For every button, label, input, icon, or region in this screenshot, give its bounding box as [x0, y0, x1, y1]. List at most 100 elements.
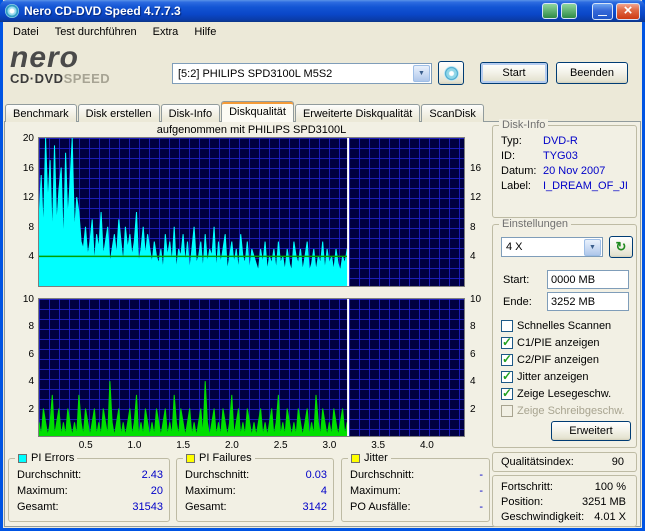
- menu-item-hilfe[interactable]: Hilfe: [186, 24, 224, 40]
- axis-tick-label: 8: [28, 321, 34, 333]
- stat-label: Maximum:: [185, 485, 236, 497]
- jitter-legend-swatch: [351, 453, 360, 463]
- disk-date-value: 20 Nov 2007: [543, 165, 606, 177]
- tab-scandisk[interactable]: ScanDisk: [421, 104, 484, 122]
- tab-strip: Benchmark Disk erstellen Disk-Info Diskq…: [5, 101, 485, 122]
- refresh-button[interactable]: ↻: [609, 236, 633, 258]
- quit-button[interactable]: Beenden: [556, 62, 628, 84]
- jitter-stats-group: Jitter Durchschnitt: - Maximum: - PO Ausfä…: [341, 452, 490, 522]
- checkbox-zeige-schreibgeschw: Zeige Schreibgeschw.: [501, 402, 633, 419]
- chevron-down-icon[interactable]: [584, 238, 601, 256]
- checkbox-c1-pie-anzeigen[interactable]: C1/PIE anzeigen: [501, 334, 633, 351]
- speed-value: 4.01 X: [594, 511, 626, 523]
- disk-info-group: Disk-Info Typ: DVD-R ID: TYG03 Datum: 20 No…: [492, 119, 637, 218]
- disk-label-value: I_DREAM_OF_JI: [543, 180, 628, 192]
- axis-tick-label: 1.5: [176, 440, 191, 451]
- axis-tick-label: 0.5: [78, 440, 93, 451]
- axis-tick-label: 3.0: [322, 440, 337, 451]
- pi-errors-series: [39, 138, 350, 286]
- pi-failures-left-axis: 10 8 6 4 2: [10, 294, 36, 436]
- stat-label: Gesamt:: [17, 501, 59, 513]
- checkbox-box: [501, 335, 513, 349]
- checkbox-box: [501, 369, 513, 383]
- stat-value: -: [479, 501, 483, 513]
- axis-tick-label: 4: [470, 251, 476, 263]
- axis-tick-label: 2: [470, 403, 476, 415]
- disc-refresh-button[interactable]: [438, 61, 464, 85]
- close-button[interactable]: [616, 2, 640, 20]
- titlebar-extra-button-2[interactable]: [561, 3, 577, 19]
- window-title: Nero CD-DVD Speed 4.7.7.3: [24, 4, 181, 18]
- axis-tick-label: 16: [22, 162, 34, 174]
- position-value: 3251 MB: [581, 496, 626, 508]
- pi-failures-chart: [38, 298, 465, 437]
- settings-group: Einstellungen 4 X ↻ Start: Ende: Schnell…: [492, 218, 637, 448]
- stat-value: -: [479, 485, 483, 497]
- tab-disk-erstellen[interactable]: Disk erstellen: [77, 104, 160, 122]
- axis-tick-label: 20: [22, 133, 34, 144]
- tab-erweiterte-diskqualitaet[interactable]: Erweiterte Diskqualität: [294, 104, 421, 122]
- disk-info-label: Label:: [501, 180, 531, 192]
- axis-tick-label: 8: [470, 321, 476, 333]
- tab-diskqualitaet[interactable]: Diskqualität: [221, 101, 294, 122]
- drive-select-combobox[interactable]: [5:2] PHILIPS SPD3100L M5S2: [172, 63, 432, 84]
- end-position-field[interactable]: [547, 292, 629, 311]
- checkbox-schnelles-scannen[interactable]: Schnelles Scannen: [501, 317, 633, 334]
- checkbox-box: [501, 386, 513, 400]
- menu-item-test-durchfuehren[interactable]: Test durchführen: [47, 24, 145, 40]
- pi-failures-stats-group: PI Failures Durchschnitt: 0.03 Maximum: 4 …: [176, 452, 334, 522]
- titlebar[interactable]: Nero CD-DVD Speed 4.7.7.3: [0, 0, 645, 22]
- quality-index-panel: Qualitätsindex: 90: [492, 452, 637, 472]
- axis-tick-label: 4: [28, 251, 34, 263]
- pi-failures-legend-swatch: [186, 453, 195, 463]
- speed-select-combobox[interactable]: 4 X: [501, 237, 603, 257]
- start-field-label: Start:: [503, 274, 530, 286]
- advanced-button[interactable]: Erweitert: [551, 421, 631, 441]
- nero-logo: nero CD·DVDSPEED: [10, 43, 111, 87]
- end-field-label: Ende:: [503, 296, 532, 308]
- refresh-icon: ↻: [615, 239, 627, 254]
- nero-logo-product: CD·DVDSPEED: [10, 71, 111, 86]
- pi-failures-series: [39, 299, 350, 436]
- menu-bar: Datei Test durchführen Extra Hilfe: [3, 22, 642, 41]
- chevron-down-icon[interactable]: [413, 65, 430, 82]
- checkbox-box: [501, 404, 513, 417]
- speed-label: Geschwindigkeit:: [501, 511, 585, 523]
- axis-tick-label: 4: [28, 376, 34, 388]
- axis-tick-label: 6: [470, 348, 476, 360]
- chart-title: aufgenommen mit PHILIPS SPD3100L: [156, 124, 347, 136]
- axis-tick-label: 3.5: [371, 440, 386, 451]
- pi-errors-stats-group: PI Errors Durchschnitt: 2.43 Maximum: 20 G…: [8, 452, 170, 522]
- speed-select-value: 4 X: [506, 241, 523, 253]
- axis-tick-label: 2.5: [273, 440, 288, 451]
- drive-select-value: [5:2] PHILIPS SPD3100L M5S2: [178, 67, 333, 80]
- menu-item-extra[interactable]: Extra: [145, 24, 187, 40]
- app-disc-icon: [5, 4, 19, 18]
- checkbox-box: [501, 352, 513, 366]
- pi-errors-left-axis: 20 16 12 8 4: [10, 133, 36, 286]
- stat-label: Gesamt:: [185, 501, 227, 513]
- axis-tick-label: 8: [470, 221, 476, 233]
- stat-label: PO Ausfälle:: [350, 501, 411, 513]
- stat-label: Durchschnitt:: [17, 469, 82, 481]
- progress-label: Fortschritt:: [501, 481, 553, 493]
- tab-benchmark[interactable]: Benchmark: [5, 104, 77, 122]
- checkbox-jitter-anzeigen[interactable]: Jitter anzeigen: [501, 368, 633, 385]
- checkbox-zeige-lesegeschw[interactable]: Zeige Lesegeschw.: [501, 385, 633, 402]
- titlebar-extra-button-1[interactable]: [542, 3, 558, 19]
- checkbox-box: [501, 319, 513, 332]
- start-button[interactable]: Start: [480, 62, 548, 84]
- disk-info-group-title: Disk-Info: [499, 119, 549, 131]
- axis-tick-label: 6: [28, 348, 34, 360]
- minimize-button[interactable]: [592, 2, 613, 20]
- axis-tick-label: 2: [28, 403, 34, 415]
- start-position-field[interactable]: [547, 270, 629, 289]
- menu-item-datei[interactable]: Datei: [5, 24, 47, 40]
- stat-value: 20: [150, 485, 163, 497]
- stat-value: 0.03: [305, 469, 327, 481]
- progress-value: 100 %: [594, 481, 626, 493]
- disk-info-label: Datum:: [501, 165, 537, 177]
- tab-disk-info[interactable]: Disk-Info: [160, 104, 221, 122]
- settings-group-title: Einstellungen: [499, 218, 572, 230]
- checkbox-c2-pif-anzeigen[interactable]: C2/PIF anzeigen: [501, 351, 633, 368]
